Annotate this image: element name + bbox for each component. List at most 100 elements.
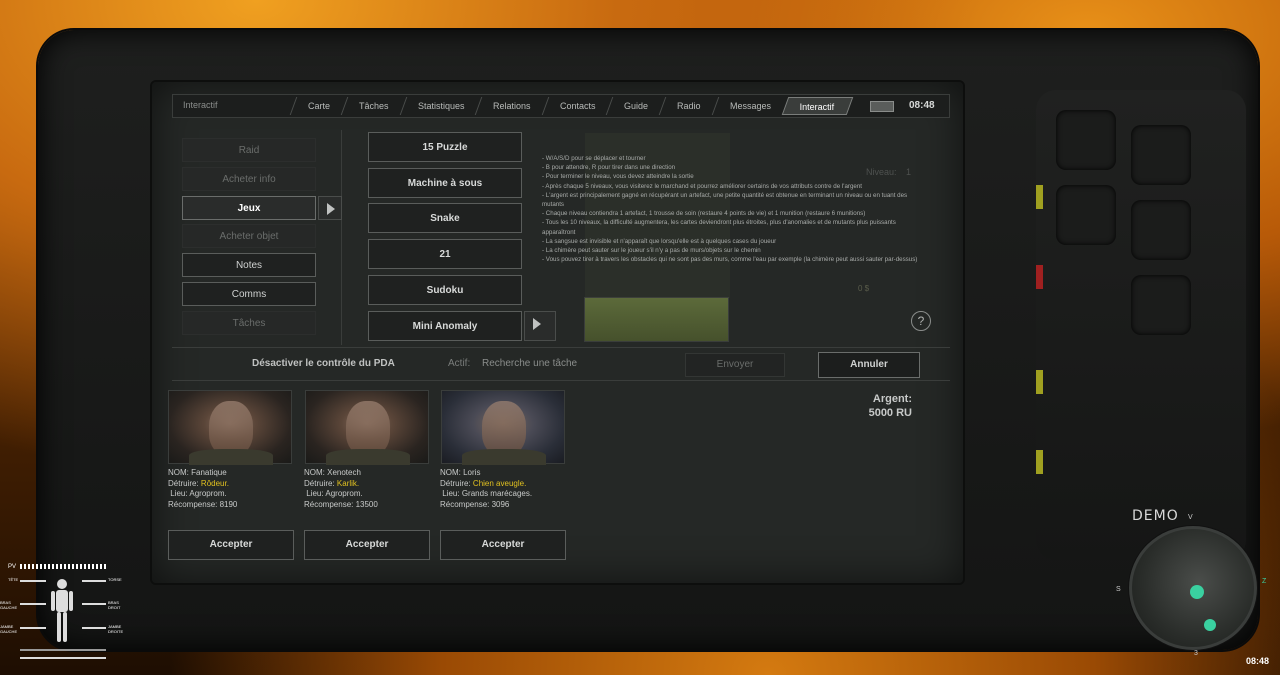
menu-item-acheter-info[interactable]: Acheter info <box>182 167 316 191</box>
side-button-3 <box>1056 185 1116 245</box>
hud-bar-head <box>20 580 46 582</box>
game-mini-anomaly[interactable]: Mini Anomaly <box>368 311 522 341</box>
health-dots <box>20 564 108 569</box>
portrait-face <box>209 401 253 456</box>
hud-bar-left-arm <box>20 603 46 605</box>
health-bar: PV <box>8 564 108 570</box>
money-value: 5000 RU <box>868 407 912 419</box>
accept-button-3[interactable]: Accepter <box>440 530 566 560</box>
instruction-line: - L'argent est principalement gagné en r… <box>542 191 908 209</box>
target-marker-icon <box>1204 619 1216 631</box>
hud-label-right-arm: BRAS DROIT <box>108 600 121 610</box>
led-red <box>1036 265 1043 289</box>
target-info-2: NOM: Xenotech Détruire: Karlik. Lieu: Ag… <box>304 468 438 510</box>
game-score: 0 $ <box>858 284 870 293</box>
pda-control-toggle[interactable]: Désactiver le contrôle du PDA <box>252 358 395 369</box>
target-location: Lieu: Agroprom. <box>170 489 227 498</box>
money-label: Argent: <box>872 393 912 405</box>
game-sudoku[interactable]: Sudoku <box>368 275 522 305</box>
game-machine-a-sous[interactable]: Machine à sous <box>368 168 522 198</box>
side-button-1 <box>1056 110 1116 170</box>
menu-item-comms[interactable]: Comms <box>182 282 316 306</box>
top-bar: Interactif Carte Tâches Statistiques Rel… <box>172 94 950 118</box>
target-destroy: Détruire: Chien aveugle. <box>440 478 527 488</box>
target-reward: Récompense: 8190 <box>168 499 238 509</box>
target-portrait-2 <box>305 390 429 465</box>
target-reward: Récompense: 3096 <box>440 499 510 509</box>
target-portrait-3 <box>441 390 565 465</box>
jeux-arrow-icon[interactable] <box>318 196 342 220</box>
target-name: NOM: Xenotech <box>304 468 361 477</box>
hud-label-torso: TORSE <box>108 577 122 582</box>
target-name: NOM: Fanatique <box>168 468 227 477</box>
mini-anomaly-arrow-icon[interactable] <box>524 311 556 341</box>
menu-item-taches[interactable]: Tâches <box>182 311 316 335</box>
hud-bar-right-arm <box>82 603 106 605</box>
menu-item-jeux[interactable]: Jeux <box>182 196 316 220</box>
menu-item-notes[interactable]: Notes <box>182 253 316 277</box>
pda-clock: 08:48 <box>909 100 935 111</box>
hud-label-right-leg: JAMBE DROITE <box>108 624 124 634</box>
tab-relations[interactable]: Relations <box>474 97 548 115</box>
instruction-line: - Tous les 10 niveaux, la difficulté aug… <box>542 219 896 236</box>
battery-icon <box>870 101 894 112</box>
hud-label-left-leg: JAMBE GAUCHE <box>0 624 18 634</box>
portrait-face <box>482 401 526 456</box>
tab-radio[interactable]: Radio <box>658 97 718 115</box>
radiation-bar <box>20 657 106 659</box>
hud-bar-torso <box>82 580 106 582</box>
demo-label: DEMO <box>1132 508 1179 524</box>
target-location: Lieu: Agroprom. <box>306 489 363 498</box>
instruction-line: - Chaque niveau contiendra 1 artefact, 1… <box>542 210 866 218</box>
hud-bar-right-leg <box>82 627 106 629</box>
tab-carte[interactable]: Carte <box>289 97 348 115</box>
pda-side-panel <box>1036 90 1246 560</box>
compass-z: Z <box>1262 578 1267 585</box>
send-button[interactable]: Envoyer <box>685 353 785 377</box>
instruction-line: - La sangsue est invisible et n'apparaît… <box>542 237 777 245</box>
section-title: Interactif <box>183 100 218 110</box>
led-yellow-3 <box>1036 450 1043 474</box>
portrait-body <box>326 449 410 465</box>
tab-contacts[interactable]: Contacts <box>541 97 613 115</box>
level-value: 1 <box>906 167 912 177</box>
game-15-puzzle[interactable]: 15 Puzzle <box>368 132 522 162</box>
game-clock: 08:48 <box>1246 656 1270 666</box>
game-21[interactable]: 21 <box>368 239 522 269</box>
instruction-line: - Après chaque 5 niveaux, vous visiterez… <box>542 182 862 190</box>
target-portrait-1 <box>168 390 292 465</box>
game-snake[interactable]: Snake <box>368 203 522 233</box>
help-icon[interactable]: ? <box>911 311 931 331</box>
tab-guide[interactable]: Guide <box>605 97 666 115</box>
target-destroy: Détruire: Karlik. <box>304 478 360 488</box>
instruction-line: - B pour attendre, R pour tirer dans une… <box>542 164 676 172</box>
target-name: NOM: Loris <box>440 468 481 477</box>
target-destroy: Détruire: Rôdeur. <box>168 478 229 488</box>
tab-statistiques[interactable]: Statistiques <box>399 97 482 115</box>
side-button-4 <box>1131 200 1191 260</box>
side-button-2 <box>1131 125 1191 185</box>
compass-v: V <box>1188 514 1193 521</box>
tab-interactif[interactable]: Interactif <box>781 97 853 115</box>
cancel-button[interactable]: Annuler <box>818 352 920 378</box>
tab-messages[interactable]: Messages <box>711 97 788 115</box>
instruction-line: - La chimère peut sauter sur le joueur s… <box>542 247 761 255</box>
target-location: Lieu: Grands marécages. <box>442 489 533 498</box>
menu-item-acheter-objet[interactable]: Acheter objet <box>182 224 316 248</box>
accept-button-1[interactable]: Accepter <box>168 530 294 560</box>
minimap[interactable] <box>1129 526 1257 650</box>
left-menu: Raid Acheter info Jeux Acheter objet Not… <box>172 130 342 345</box>
money-display: Argent: 5000 RU <box>852 392 912 420</box>
tab-bar: Carte Tâches Statistiques Relations Cont… <box>289 97 853 115</box>
portrait-face <box>346 401 390 456</box>
accept-button-2[interactable]: Accepter <box>304 530 430 560</box>
tab-taches[interactable]: Tâches <box>340 97 406 115</box>
compass-3: 3 <box>1194 650 1198 657</box>
actif-value: Recherche une tâche <box>482 358 578 369</box>
hud-bar-left-leg <box>20 627 46 629</box>
player-marker-icon <box>1190 585 1204 599</box>
menu-item-raid[interactable]: Raid <box>182 138 316 162</box>
action-row: Désactiver le contrôle du PDA Actif: Rec… <box>172 347 950 381</box>
hud-label-left-arm: BRAS GAUCHE <box>0 600 18 610</box>
stamina-bar <box>20 649 106 651</box>
